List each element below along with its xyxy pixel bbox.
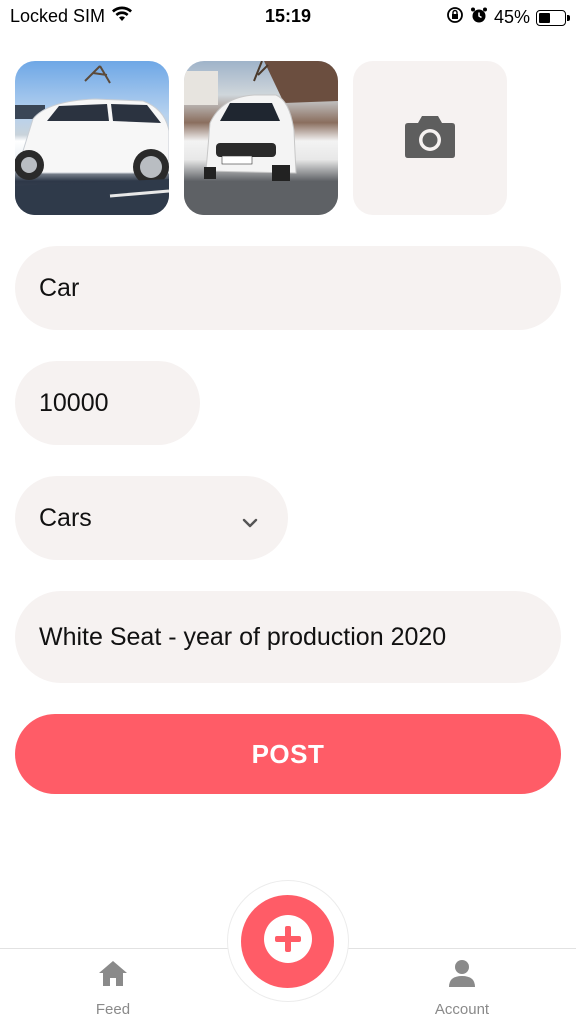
- title-input[interactable]: Car: [15, 246, 561, 330]
- tab-account[interactable]: Account: [402, 959, 522, 1018]
- car-photo-thumbnail[interactable]: [15, 61, 169, 215]
- camera-icon: [404, 113, 456, 164]
- status-bar: Locked SIM 15:19 45%: [0, 0, 576, 34]
- description-input[interactable]: White Seat - year of production 2020: [15, 591, 561, 683]
- category-select-value: Cars: [39, 503, 92, 532]
- chevron-down-icon: [242, 506, 258, 535]
- description-input-value: White Seat - year of production 2020: [39, 622, 447, 651]
- person-icon: [447, 960, 477, 991]
- tab-feed[interactable]: Feed: [53, 959, 173, 1018]
- post-button[interactable]: POST: [15, 714, 561, 794]
- new-listing-screen: Locked SIM 15:19 45% Car 10000 Cars Whit…: [0, 0, 576, 1024]
- battery-tip: [567, 14, 570, 21]
- title-input-value: Car: [39, 273, 80, 302]
- tab-account-label: Account: [434, 1001, 490, 1018]
- home-icon: [97, 961, 129, 991]
- add-post-button[interactable]: [241, 895, 334, 988]
- price-input[interactable]: 10000: [15, 361, 200, 445]
- price-input-value: 10000: [39, 388, 109, 417]
- plus-icon: [262, 913, 314, 970]
- alarm-icon: [470, 6, 488, 29]
- category-select[interactable]: Cars: [15, 476, 288, 560]
- add-photo-button[interactable]: [353, 61, 507, 215]
- car-photo-1-art: [15, 65, 169, 215]
- car-photo-thumbnail[interactable]: [184, 61, 338, 215]
- rotation-lock-icon: [446, 6, 464, 29]
- battery-level-fill: [539, 12, 550, 23]
- status-right: 45%: [446, 6, 570, 29]
- tab-feed-label: Feed: [95, 1001, 131, 1018]
- battery-percent: 45%: [493, 7, 530, 27]
- car-photo-2-art: [184, 61, 338, 215]
- battery-icon: [536, 9, 570, 26]
- photo-strip: [15, 61, 507, 215]
